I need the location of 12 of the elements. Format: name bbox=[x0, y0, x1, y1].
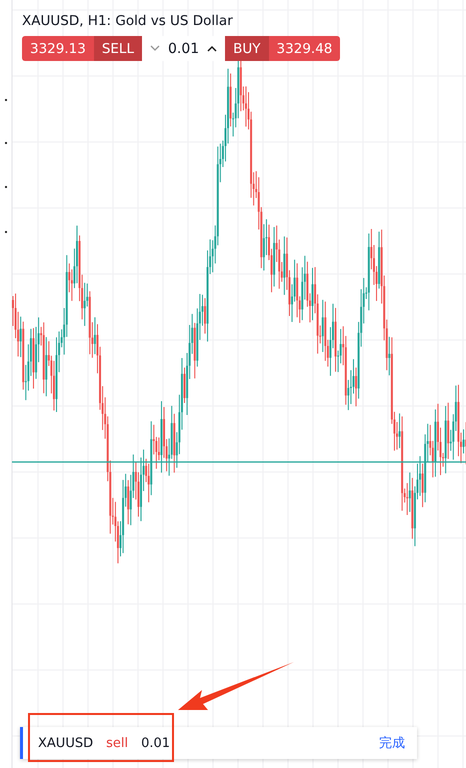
sell-price-button[interactable]: 3329.13 bbox=[22, 36, 94, 61]
chart-title: XAUUSD, H1: Gold vs US Dollar bbox=[22, 13, 234, 29]
chevron-up-icon[interactable] bbox=[207, 45, 218, 52]
order-symbol: XAUUSD bbox=[38, 736, 94, 750]
quantity-value: 0.01 bbox=[168, 40, 200, 56]
order-quantity: 0.01 bbox=[141, 736, 170, 750]
chevron-down-icon[interactable] bbox=[150, 45, 160, 52]
buy-button[interactable]: BUY bbox=[225, 36, 269, 61]
sell-button[interactable]: SELL bbox=[94, 36, 142, 61]
buy-price-button[interactable]: 3329.48 bbox=[268, 36, 340, 61]
order-side: sell bbox=[106, 736, 128, 750]
done-button[interactable]: 完成 bbox=[379, 734, 405, 752]
